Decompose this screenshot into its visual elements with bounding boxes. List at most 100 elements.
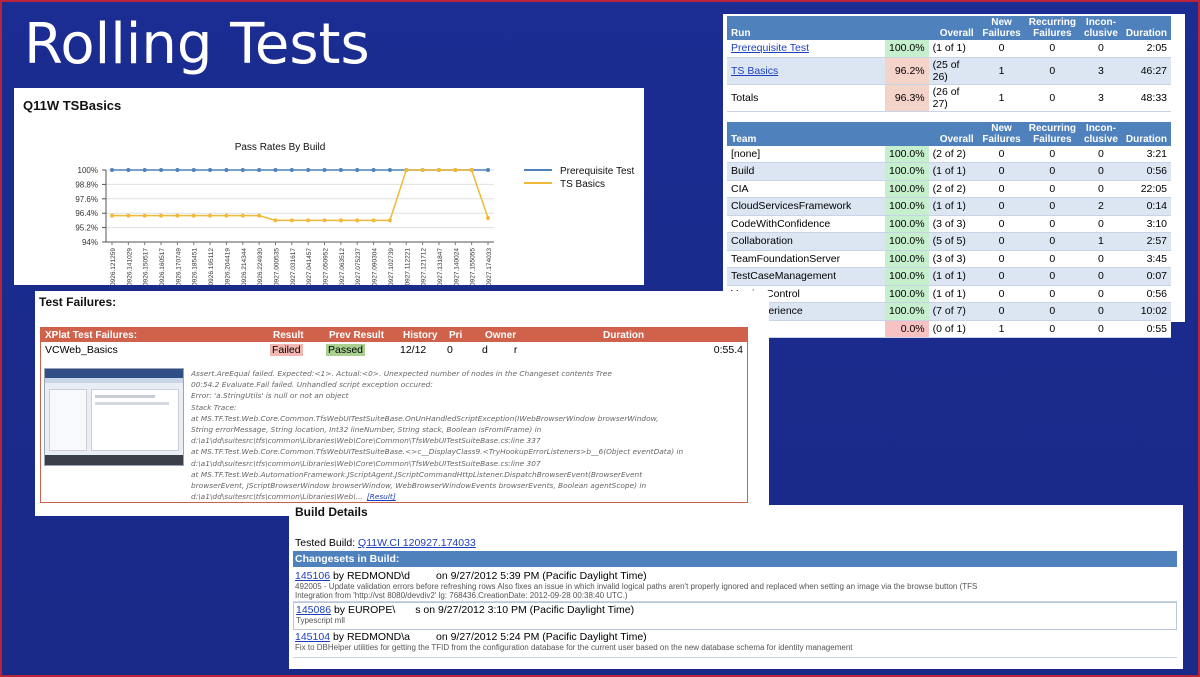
- data-point: [240, 213, 245, 218]
- inconclusive-value: 0: [1079, 302, 1122, 321]
- build-details-panel: Build Details Tested Build: Q11W.CI 1209…: [289, 505, 1183, 669]
- changeset-link[interactable]: 145104: [295, 631, 330, 643]
- recurring-failures-value: 0: [1024, 57, 1080, 85]
- error-line: String errorMessage, String location, In…: [191, 425, 542, 435]
- col-overall: Overall: [885, 16, 979, 40]
- recurring-failures-value: 0: [1024, 84, 1080, 112]
- overall-percent: 100.0%: [885, 267, 929, 286]
- run-name[interactable]: Prerequisite Test: [727, 40, 885, 58]
- team-row: CIA 100.0% (2 of 2) 0 0 0 22:05: [727, 180, 1171, 198]
- data-point: [355, 168, 360, 172]
- data-point: [257, 213, 262, 218]
- x-tick-label: Q11W.CI 120926.150517: [143, 248, 150, 285]
- new-failures-value: 0: [978, 197, 1025, 216]
- recurring-failures-value: 0: [1024, 40, 1080, 58]
- data-point: [208, 213, 213, 218]
- error-line: at MS.TF.Test.Web.AutomationFramework.JS…: [191, 469, 643, 479]
- overall-count: (3 of 3): [928, 250, 979, 268]
- y-tick-label: 97.6%: [75, 195, 98, 204]
- error-line: browserEvent, JScriptBrowserWindow brows…: [191, 481, 647, 491]
- data-point: [191, 168, 196, 172]
- changeset-author: by REDMOND\d: [332, 570, 410, 582]
- x-tick-label: Q11W.CI 120926.195112: [208, 248, 215, 285]
- team-name: CIA: [727, 180, 885, 198]
- new-failures-value: 0: [978, 250, 1025, 268]
- data-point: [338, 168, 343, 172]
- overall-count: (25 of 26): [928, 57, 979, 85]
- changeset-item: 145106 by REDMOND\d on 9/27/2012 5:39 PM …: [293, 569, 1177, 602]
- run-row: Totals 96.3% (26 of 27) 1 0 3 48:33: [727, 84, 1171, 112]
- overall-percent: 96.2%: [885, 57, 929, 85]
- overall-count: (2 of 2): [928, 180, 979, 198]
- data-point: [126, 213, 131, 218]
- legend-label: Prerequisite Test: [560, 166, 635, 177]
- inconclusive-value: 0: [1079, 285, 1122, 303]
- changeset-author: by EUROPE\: [333, 604, 396, 616]
- inconclusive-value: 3: [1079, 57, 1122, 85]
- failures-box: XPlat Test Failures: Result Prev Result …: [40, 327, 748, 503]
- history-value: 12/12: [400, 344, 427, 356]
- data-point: [436, 168, 441, 172]
- inconclusive-value: 0: [1079, 162, 1122, 181]
- changeset-link[interactable]: 145086: [296, 604, 331, 616]
- duration-value: 0:55: [1121, 320, 1171, 338]
- slide: Rolling Tests Q11W TSBasics Pass Rates B…: [0, 0, 1200, 677]
- changeset-item: 145104 by REDMOND\a on 9/27/2012 5:24 PM …: [293, 630, 1177, 658]
- data-point: [306, 168, 311, 172]
- team-name: CodeWithConfidence: [727, 215, 885, 233]
- recurring-failures-value: 0: [1024, 215, 1080, 233]
- data-point: [355, 218, 360, 223]
- inconclusive-value: 0: [1079, 267, 1122, 286]
- data-point: [453, 168, 458, 172]
- data-point: [387, 168, 392, 172]
- team-name: [none]: [727, 145, 885, 163]
- inconclusive-value: 0: [1079, 215, 1122, 233]
- recurring-failures-value: 0: [1024, 285, 1080, 303]
- recurring-failures-value: 0: [1024, 267, 1080, 286]
- result-link[interactable]: [Result]: [367, 492, 396, 501]
- inconclusive-value: 0: [1079, 145, 1122, 163]
- failure-screenshot-thumbnail[interactable]: [44, 368, 184, 466]
- error-message: Assert.AreEqual failed. Expected:<1>. Ac…: [191, 368, 741, 502]
- col-inconclusive: Incon-clusive: [1079, 16, 1122, 40]
- changeset-link[interactable]: 145106: [295, 570, 330, 582]
- col-prev-result: Prev Result: [329, 329, 385, 341]
- data-point: [338, 218, 343, 223]
- duration-value: 3:45: [1121, 250, 1171, 268]
- data-point: [208, 168, 213, 172]
- test-name[interactable]: VCWeb_Basics: [41, 342, 269, 358]
- col-inconclusive: Incon-clusive: [1079, 121, 1122, 146]
- data-point: [240, 168, 245, 172]
- inconclusive-value: 0: [1079, 250, 1122, 268]
- x-tick-label: Q11W.CI 120927.075237: [355, 248, 362, 285]
- duration-value: 3:10: [1121, 215, 1171, 233]
- data-point: [306, 218, 311, 223]
- col-duration: Duration: [1121, 121, 1171, 146]
- new-failures-value: 0: [978, 162, 1025, 181]
- result-badge: Failed: [270, 344, 303, 356]
- recurring-failures-value: 0: [1024, 162, 1080, 181]
- new-failures-value: 0: [978, 232, 1025, 251]
- run-name[interactable]: TS Basics: [727, 57, 885, 85]
- changeset-description-cont: Integration from 'http://vst 8080/devdiv…: [295, 591, 628, 600]
- chart-title: Pass Rates By Build: [235, 142, 326, 153]
- x-tick-label: Q11W.CI 120927.102739: [388, 248, 395, 285]
- changesets-header: Changesets in Build:: [293, 551, 1177, 567]
- prev-result-badge: Passed: [326, 344, 366, 356]
- x-tick-label: Q11W.CI 120927.000535: [273, 248, 280, 285]
- x-tick-label: Q11W.CI 120926.121259: [110, 248, 117, 285]
- col-recurring-failures: Recurring Failures: [1024, 16, 1080, 40]
- x-tick-label: Q11W.CI 120926.214344: [241, 248, 248, 285]
- overall-percent: 96.3%: [885, 84, 929, 112]
- col-team: Team: [727, 121, 885, 146]
- x-tick-label: Q11W.CI 120927.174033: [486, 248, 493, 285]
- x-tick-label: Q11W.CI 120927.063512: [339, 248, 346, 285]
- overall-count: (26 of 27): [928, 84, 979, 112]
- error-line: at MS.TF.Test.Web.Core.Common.TfsWebUITe…: [191, 447, 684, 457]
- new-failures-value: 0: [978, 180, 1025, 198]
- data-point: [289, 218, 294, 223]
- recurring-failures-value: 0: [1024, 145, 1080, 163]
- error-line: d:\a1\dd\suitesrc\tfs\common\Libraries\W…: [191, 492, 396, 502]
- team-table: Team Overall New Failures Recurring Failur…: [727, 121, 1171, 339]
- tested-build-link[interactable]: Q11W.CI 120927.174033: [358, 537, 476, 549]
